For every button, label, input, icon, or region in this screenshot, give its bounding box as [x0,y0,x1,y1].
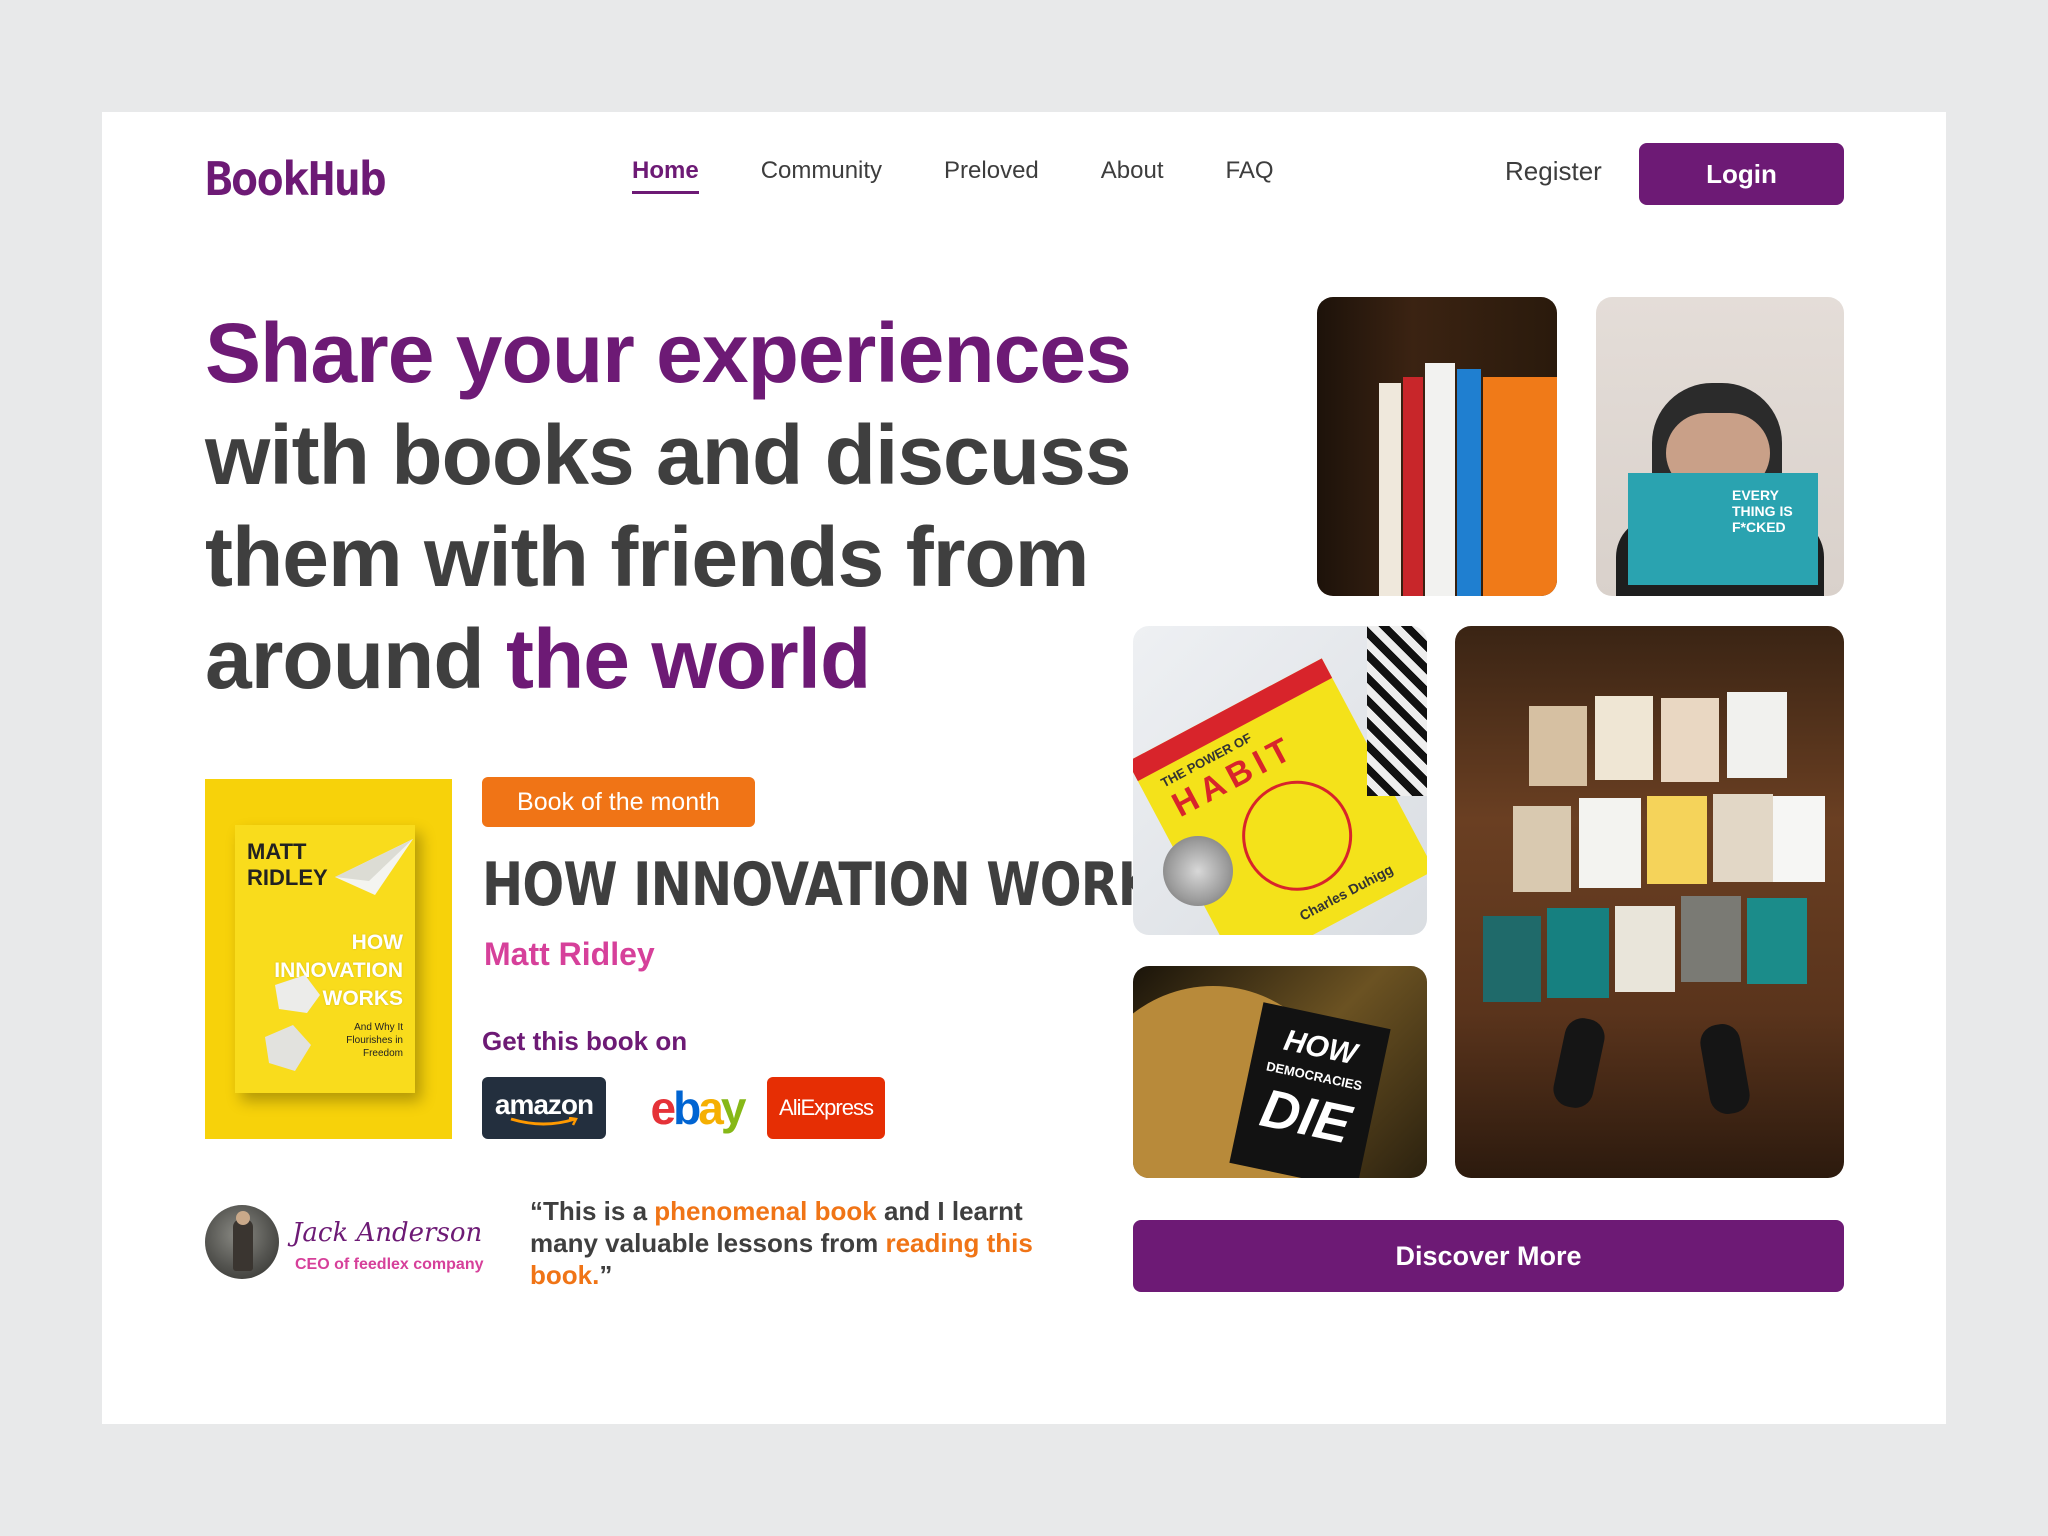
book-cover: EVERY THING IS F*CKED [1628,473,1818,585]
cover-title-1: HOW [351,931,403,954]
nav-home[interactable]: Home [632,157,699,194]
hero-headline: Share your experiences with books and di… [205,302,1205,710]
pattern-fabric [1367,626,1427,796]
quote-part-1: “This is a [530,1196,655,1226]
get-book-label: Get this book on [482,1026,688,1056]
ebay-store-button[interactable]: ebay [632,1077,762,1139]
headline-line-2: with books and discuss [205,408,1132,502]
book-spine [1457,369,1481,596]
headline-line-1: Share your experiences [205,306,1132,400]
ebay-logo-e: e [650,1082,677,1134]
amazon-smile-icon [510,1117,578,1126]
avatar-head [236,1211,250,1225]
floor-book [1661,698,1719,782]
ebay-logo-a: a [698,1082,724,1134]
floor-book [1595,696,1653,780]
habit-book-photo: THE POWER OF HABIT Charles Duhigg [1133,626,1427,935]
floor-book [1727,692,1787,778]
nav-faq[interactable]: FAQ [1226,157,1274,194]
testimonial-name: Jack Anderson [292,1218,483,1248]
nav-community[interactable]: Community [761,157,882,194]
login-button[interactable]: Login [1639,143,1844,205]
floor-book [1579,798,1641,888]
floor-book [1547,908,1609,998]
avatar [205,1205,279,1279]
bookhub-logo[interactable]: BookHub [205,152,387,206]
ebay-logo-y: y [720,1082,747,1134]
book-spine [1379,383,1401,596]
aliexpress-store-button[interactable]: AliExpress [767,1077,885,1139]
floor-book [1483,916,1541,1002]
manson-title: EVERY THING IS F*CKED [1732,487,1793,535]
nav-about[interactable]: About [1101,157,1164,194]
floor-book [1773,796,1825,882]
cover-subtitle: And Why It Flourishes in Freedom [346,1022,403,1059]
headline-line-4-accent: the world [506,612,871,706]
testimonial-role: CEO of feedlex company [295,1256,484,1273]
man-reading-photo: EVERY THING IS F*CKED [1596,297,1844,596]
main-nav: Home Community Preloved About FAQ [632,157,1274,194]
headline-line-3: them with friends from [205,510,1089,604]
avatar-figure [233,1219,253,1271]
shoe-left [1550,1014,1608,1112]
can-shape [1163,836,1233,906]
testimonial-quote: “This is a phenomenal book and I learnt … [530,1195,1040,1291]
floor-book [1615,906,1675,992]
floor-book [1713,794,1773,882]
register-link[interactable]: Register [1505,156,1602,187]
democracy-book-photo: HOW DEMOCRACIES DIE [1133,966,1427,1178]
book-spine [1403,377,1423,596]
featured-book-title[interactable]: HOW INNOVATION WORKS [482,850,1191,920]
bookshelf-photo [1317,297,1557,596]
paper-plane-icon [335,839,413,895]
quote-highlight-1: phenomenal book [654,1196,877,1226]
nav-preloved[interactable]: Preloved [944,157,1039,194]
floor-book [1513,806,1571,892]
headline-line-4: around [205,612,506,706]
ebay-logo-b: b [673,1082,701,1134]
books-on-floor-photo [1455,626,1844,1178]
book-cover-art: MATT RIDLEY HOW INNOVATION WORKS And Why… [235,825,415,1093]
featured-book-author[interactable]: Matt Ridley [484,936,655,973]
book-spine [1483,377,1557,596]
discover-more-button[interactable]: Discover More [1133,1220,1844,1292]
floor-book [1647,796,1707,884]
book-of-month-badge: Book of the month [482,777,755,827]
book-spine [1425,363,1455,596]
crumpled-paper-icon [265,975,320,1071]
floor-book [1747,898,1807,984]
featured-book-cover[interactable]: MATT RIDLEY HOW INNOVATION WORKS And Why… [205,779,452,1139]
quote-part-3: ” [599,1260,613,1290]
floor-book [1681,896,1741,982]
amazon-store-button[interactable]: amazon [482,1077,606,1139]
floor-book [1529,706,1587,786]
page-card: BookHub Home Community Preloved About FA… [102,112,1946,1424]
shoe-right [1697,1021,1753,1117]
